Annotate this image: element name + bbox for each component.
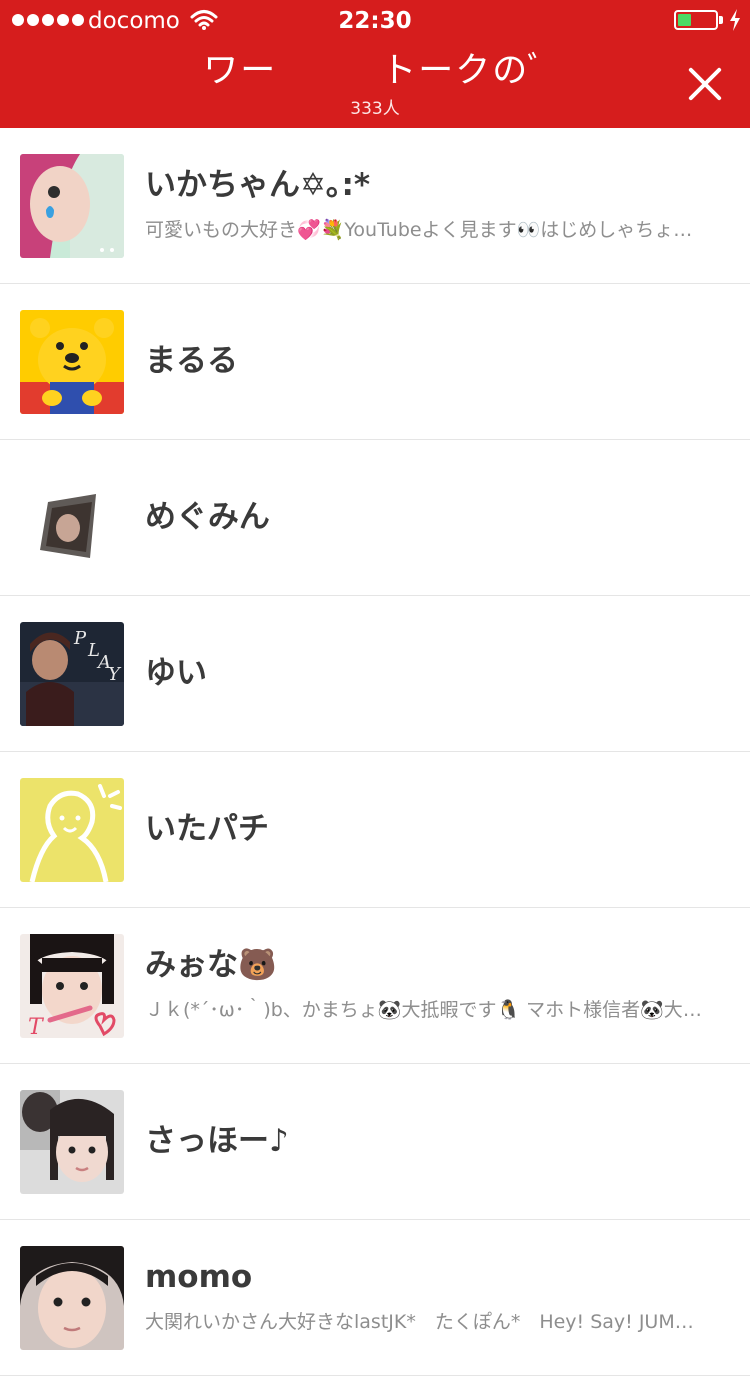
list-item[interactable]: めぐみん <box>0 440 750 596</box>
member-name: めぐみん <box>145 499 270 535</box>
list-item[interactable]: まるる <box>0 284 750 440</box>
member-name: まるる <box>145 343 238 379</box>
title-left: ワー <box>203 51 278 91</box>
page-title: ワー トークのﾞ <box>0 50 750 92</box>
battery-level <box>678 14 691 26</box>
list-item[interactable]: さっほー♪ <box>0 1064 750 1220</box>
avatar <box>20 1246 124 1350</box>
list-item[interactable]: P L A Y ゆい <box>0 596 750 752</box>
list-item[interactable]: T みぉな🐻 Ｊｋ(*´･ω･｀)b、かまちょ🐼大抵暇です🐧 マホト様信者🐼大好… <box>0 908 750 1064</box>
status-message: Ｊｋ(*´･ω･｀)b、かまちょ🐼大抵暇です🐧 マホト様信者🐼大好き <box>145 999 705 1021</box>
status-message: 可愛いもの大好き💞💐YouTubeよく見ます👀はじめしゃちょーさん大好き <box>145 219 705 241</box>
svg-text:P: P <box>73 628 87 649</box>
svg-text:T: T <box>28 1015 45 1038</box>
clock: 22:30 <box>338 8 412 34</box>
member-name: ゆい <box>145 655 207 691</box>
member-name: いたパチ <box>145 811 269 847</box>
avatar: T <box>20 934 124 1038</box>
member-count: 333人 <box>350 99 400 119</box>
avatar <box>20 310 124 414</box>
member-name: いかちゃん✡｡:* <box>145 167 371 203</box>
battery-icon <box>674 10 718 30</box>
list-item[interactable]: いかちゃん✡｡:* 可愛いもの大好き💞💐YouTubeよく見ます👀はじめしゃちょ… <box>0 128 750 284</box>
title-right: トークのﾞ <box>381 51 547 91</box>
avatar <box>20 778 124 882</box>
member-name: momo <box>145 1259 253 1295</box>
member-name: さっほー♪ <box>145 1123 289 1159</box>
avatar <box>20 154 124 258</box>
list-item[interactable]: momo 大関れいかさん大好きなlastJK* たくぽん* Hey! Say! … <box>0 1220 750 1376</box>
status-bar: docomo 22:30 <box>0 0 750 40</box>
app-header: docomo 22:30 ワー トークのﾞ 333人 <box>0 0 750 128</box>
close-button[interactable] <box>686 64 726 104</box>
avatar <box>20 1090 124 1194</box>
list-item[interactable]: いたパチ <box>0 752 750 908</box>
avatar: P L A Y <box>20 622 124 726</box>
member-name: みぉな🐻 <box>145 947 277 983</box>
status-message: 大関れいかさん大好きなlastJK* たくぽん* Hey! Say! JUMP大… <box>145 1311 705 1333</box>
member-list: いかちゃん✡｡:* 可愛いもの大好き💞💐YouTubeよく見ます👀はじめしゃちょ… <box>0 128 750 1376</box>
battery-cap <box>719 16 723 24</box>
avatar <box>20 466 124 570</box>
charging-bolt-icon <box>730 9 740 31</box>
